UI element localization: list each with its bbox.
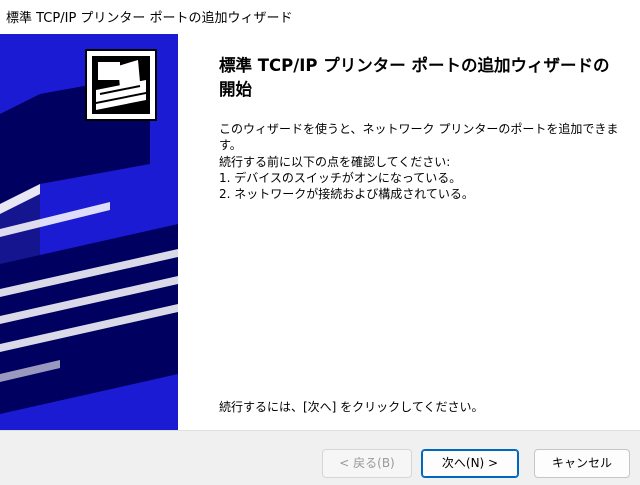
cancel-button[interactable]: キャンセル [534, 449, 630, 478]
window-title: 標準 TCP/IP プリンター ポートの追加ウィザード [6, 11, 293, 26]
next-button[interactable]: 次へ(N) > [421, 449, 519, 478]
requirements-intro: 続行する前に以下の点を確認してください: [219, 155, 451, 169]
wizard-content: 標準 TCP/IP プリンター ポートの追加ウィザードの開始 このウィザードを使… [178, 34, 640, 430]
requirements-list: 続行する前に以下の点を確認してください: 1. デバイスのスイッチがオンになって… [219, 154, 629, 202]
back-button[interactable]: < 戻る(B) [322, 449, 412, 478]
printer-wizard-icon [85, 49, 157, 121]
printer-graphic [0, 34, 178, 430]
wizard-heading: 標準 TCP/IP プリンター ポートの追加ウィザードの開始 [219, 56, 610, 99]
requirement-item: 1. デバイスのスイッチがオンになっている。 [219, 171, 462, 185]
wizard-intro-text: このウィザードを使うと、ネットワーク プリンターのポートを追加できます。 [219, 122, 619, 152]
continue-instruction: 続行するには、[次へ] をクリックしてください。 [219, 400, 484, 414]
wizard-footer: < 戻る(B) 次へ(N) > キャンセル [0, 430, 640, 485]
wizard-banner [0, 34, 178, 430]
window-titlebar: 標準 TCP/IP プリンター ポートの追加ウィザード [0, 0, 640, 34]
requirement-item: 2. ネットワークが接続および構成されている。 [219, 187, 474, 201]
